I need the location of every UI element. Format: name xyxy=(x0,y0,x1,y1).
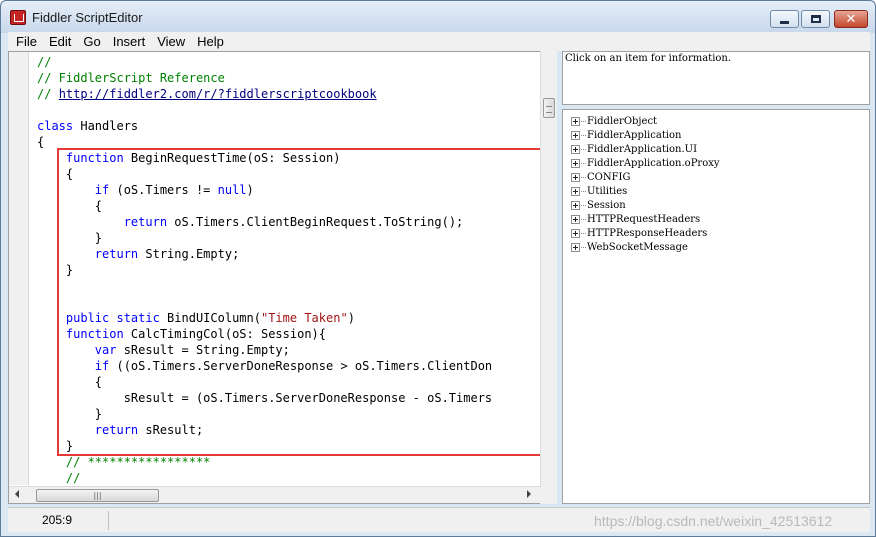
tree-connector xyxy=(581,162,586,164)
tree-item-label: WebSocketMessage xyxy=(587,241,688,253)
title-bar: Fiddler ScriptEditor ✕ xyxy=(1,1,875,33)
vertical-scrollbar[interactable] xyxy=(540,51,557,487)
tree-item-label: Session xyxy=(587,199,626,211)
code-token: // ***************** xyxy=(65,455,211,469)
code-line: // xyxy=(37,54,541,70)
class-explorer-tree[interactable]: FiddlerObject FiddlerApplication FiddlerAp… xyxy=(562,109,870,504)
tree-item[interactable]: Utilities xyxy=(571,184,627,198)
tree-item[interactable]: FiddlerApplication xyxy=(571,128,682,142)
fiddler-app-icon xyxy=(10,10,26,25)
tree-item[interactable]: FiddlerApplication.UI xyxy=(571,142,697,156)
tree-item-label: FiddlerApplication.UI xyxy=(587,143,698,155)
editor-gutter xyxy=(9,52,29,485)
maximize-icon xyxy=(810,15,821,23)
menu-help[interactable]: Help xyxy=(191,34,230,49)
tree-connector xyxy=(581,190,586,192)
code-line: // http://fiddler2.com/r/?fiddlerscriptc… xyxy=(37,86,541,102)
code-line: // xyxy=(37,470,541,485)
tree-connector xyxy=(581,218,586,220)
menu-view[interactable]: View xyxy=(151,34,191,49)
scroll-left-arrow-icon[interactable] xyxy=(15,490,19,498)
tree-connector xyxy=(581,176,586,178)
close-button[interactable]: ✕ xyxy=(834,10,868,28)
tree-item-label: Utilities xyxy=(587,185,628,197)
expand-plus-icon[interactable] xyxy=(571,186,580,196)
code-token[interactable]: http://fiddler2.com/r/?fiddlerscriptcook… xyxy=(59,87,377,101)
close-icon: ✕ xyxy=(845,11,857,27)
expand-plus-icon[interactable] xyxy=(571,130,580,140)
menu-edit[interactable]: Edit xyxy=(43,34,77,49)
tree-item[interactable]: WebSocketMessage xyxy=(571,240,688,254)
tree-item[interactable]: FiddlerObject xyxy=(571,114,657,128)
status-divider xyxy=(108,511,109,530)
menu-insert[interactable]: Insert xyxy=(107,34,152,49)
code-token: // xyxy=(37,55,52,69)
minimize-icon xyxy=(780,20,789,24)
code-line: class Handlers xyxy=(37,118,541,134)
scroll-right-arrow-icon[interactable] xyxy=(527,490,531,498)
annotation-highlight-box xyxy=(57,148,556,456)
tree-connector xyxy=(581,120,586,122)
horizontal-scrollbar[interactable]: ||| xyxy=(9,486,540,503)
expand-plus-icon[interactable] xyxy=(571,228,580,238)
code-line: // FiddlerScript Reference xyxy=(37,70,541,86)
code-token: class xyxy=(37,119,74,133)
expand-plus-icon[interactable] xyxy=(571,158,580,168)
tree-item-label: FiddlerApplication.oProxy xyxy=(587,157,720,169)
script-editor-window: Fiddler ScriptEditor ✕ File Edit Go Inse… xyxy=(0,0,876,537)
code-token: // xyxy=(65,471,81,485)
info-text: Click on an item for information. xyxy=(565,53,732,64)
expand-plus-icon[interactable] xyxy=(571,242,580,252)
tree-item-label: CONFIG xyxy=(587,171,631,183)
scrollbar-corner xyxy=(540,487,557,504)
menu-bar: File Edit Go Insert View Help xyxy=(8,32,870,51)
tree-item[interactable]: CONFIG xyxy=(571,170,630,184)
vertical-scroll-thumb[interactable] xyxy=(543,98,555,118)
window-title: Fiddler ScriptEditor xyxy=(32,10,143,25)
tree-connector xyxy=(581,134,586,136)
cursor-position: 205:9 xyxy=(42,513,73,527)
tree-item-label: HTTPRequestHeaders xyxy=(587,213,701,225)
tree-item[interactable]: FiddlerApplication.oProxy xyxy=(571,156,720,170)
code-line: // ***************** xyxy=(37,454,541,470)
code-token: // xyxy=(37,87,59,101)
expand-plus-icon[interactable] xyxy=(571,172,580,182)
tree-item-label: HTTPResponseHeaders xyxy=(587,227,708,239)
expand-plus-icon[interactable] xyxy=(571,214,580,224)
tree-connector xyxy=(581,148,586,150)
watermark: https://blog.csdn.net/weixin_42513612 xyxy=(594,513,833,529)
info-pane: Click on an item for information. xyxy=(562,51,870,105)
code-token: { xyxy=(37,135,45,149)
tree-connector xyxy=(581,204,586,206)
code-token: // FiddlerScript Reference xyxy=(37,71,225,85)
horizontal-scroll-thumb[interactable]: ||| xyxy=(36,489,159,502)
expand-plus-icon[interactable] xyxy=(571,116,580,126)
tree-connector xyxy=(581,232,586,234)
tree-item-label: FiddlerObject xyxy=(587,115,658,127)
menu-file[interactable]: File xyxy=(10,34,43,49)
minimize-button[interactable] xyxy=(770,10,799,28)
tree-item[interactable]: HTTPResponseHeaders xyxy=(571,226,707,240)
tree-item[interactable]: HTTPRequestHeaders xyxy=(571,212,700,226)
expand-plus-icon[interactable] xyxy=(571,144,580,154)
tree-item[interactable]: Session xyxy=(571,198,626,212)
menu-go[interactable]: Go xyxy=(77,34,106,49)
expand-plus-icon[interactable] xyxy=(571,200,580,210)
tree-connector xyxy=(581,246,586,248)
code-token: Handlers xyxy=(73,119,139,133)
maximize-button[interactable] xyxy=(801,10,830,28)
tree-item-label: FiddlerApplication xyxy=(587,129,682,141)
